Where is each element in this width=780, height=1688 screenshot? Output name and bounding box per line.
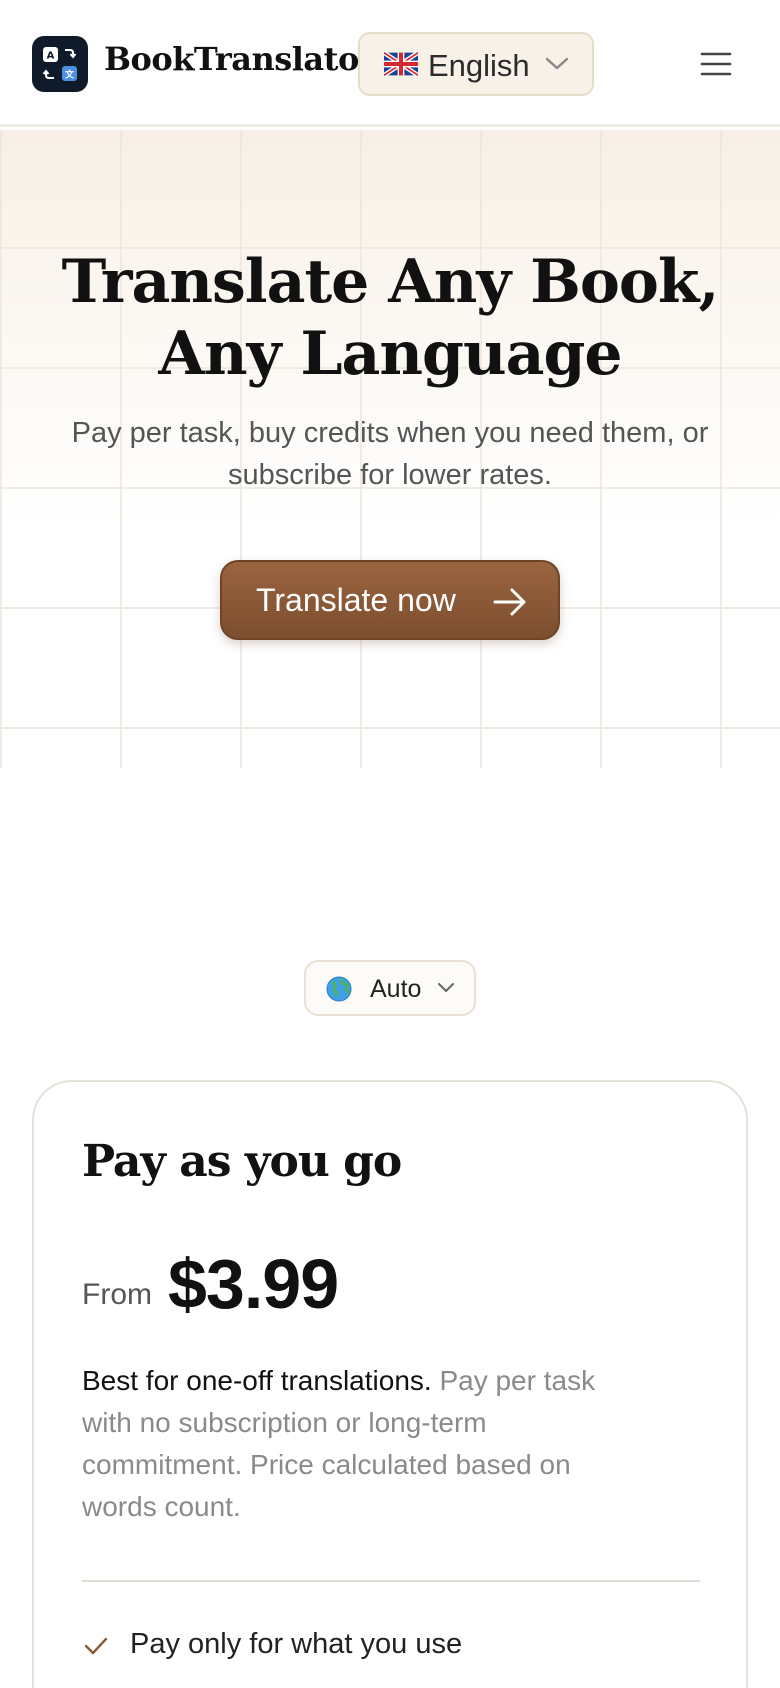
region-currency-select[interactable]: Auto: [304, 960, 476, 1016]
top-nav: A 文 BookTranslator English: [0, 0, 780, 127]
translate-now-label: Translate now: [256, 582, 456, 618]
feature-item: Pay only for what you use: [82, 1624, 682, 1668]
brand-name[interactable]: BookTranslator: [104, 40, 376, 78]
translate-now-button[interactable]: Translate now: [220, 560, 560, 640]
arrow-right-icon: [493, 588, 526, 616]
plan-description: Best for one-off translations. Pay per t…: [82, 1360, 622, 1528]
language-label: English: [428, 48, 530, 83]
feature-label: Pay only for what you use: [130, 1628, 463, 1660]
divider: [82, 1580, 700, 1582]
region-label: Auto: [370, 975, 422, 1003]
chevron-down-icon: [438, 983, 454, 992]
plan-price: $3.99: [168, 1245, 339, 1323]
translate-logo-icon[interactable]: A 文: [32, 36, 88, 92]
hero-title: Translate Any Book, Any Language: [0, 246, 780, 390]
hero-subtitle: Pay per task, buy credits when you need …: [71, 417, 709, 491]
plan-title: Pay as you go: [82, 1136, 402, 1187]
price-prefix: From: [82, 1278, 152, 1311]
chevron-down-icon: [545, 57, 569, 70]
hamburger-menu-icon[interactable]: [696, 44, 736, 84]
plan-card-pay-as-you-go: Pay as you go From $3.99 Best for one-of…: [32, 1080, 748, 1688]
plan-description-highlight: Best for one-off translations.: [82, 1365, 432, 1396]
hero-section: Translate Any Book, Any Language Pay per…: [0, 130, 780, 768]
check-icon: [84, 1637, 108, 1655]
language-select[interactable]: English: [358, 32, 594, 96]
globe-icon: [326, 976, 352, 1002]
svg-text:文: 文: [64, 69, 75, 81]
uk-flag-icon: [384, 51, 418, 77]
svg-text:A: A: [47, 51, 55, 62]
hero-title-line1: Translate Any Book,: [61, 247, 720, 317]
hero-title-line2: Any Language: [158, 319, 622, 389]
